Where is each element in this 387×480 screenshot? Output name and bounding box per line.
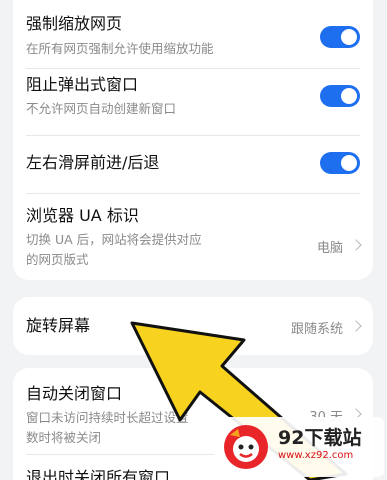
watermark-logo-icon	[224, 425, 268, 469]
watermark-name: 92下载站	[278, 427, 362, 449]
annotation-arrow-icon	[130, 321, 348, 480]
watermark: 92下载站 www.xz92.com	[214, 417, 384, 477]
watermark-url: www.xz92.com	[278, 450, 354, 461]
